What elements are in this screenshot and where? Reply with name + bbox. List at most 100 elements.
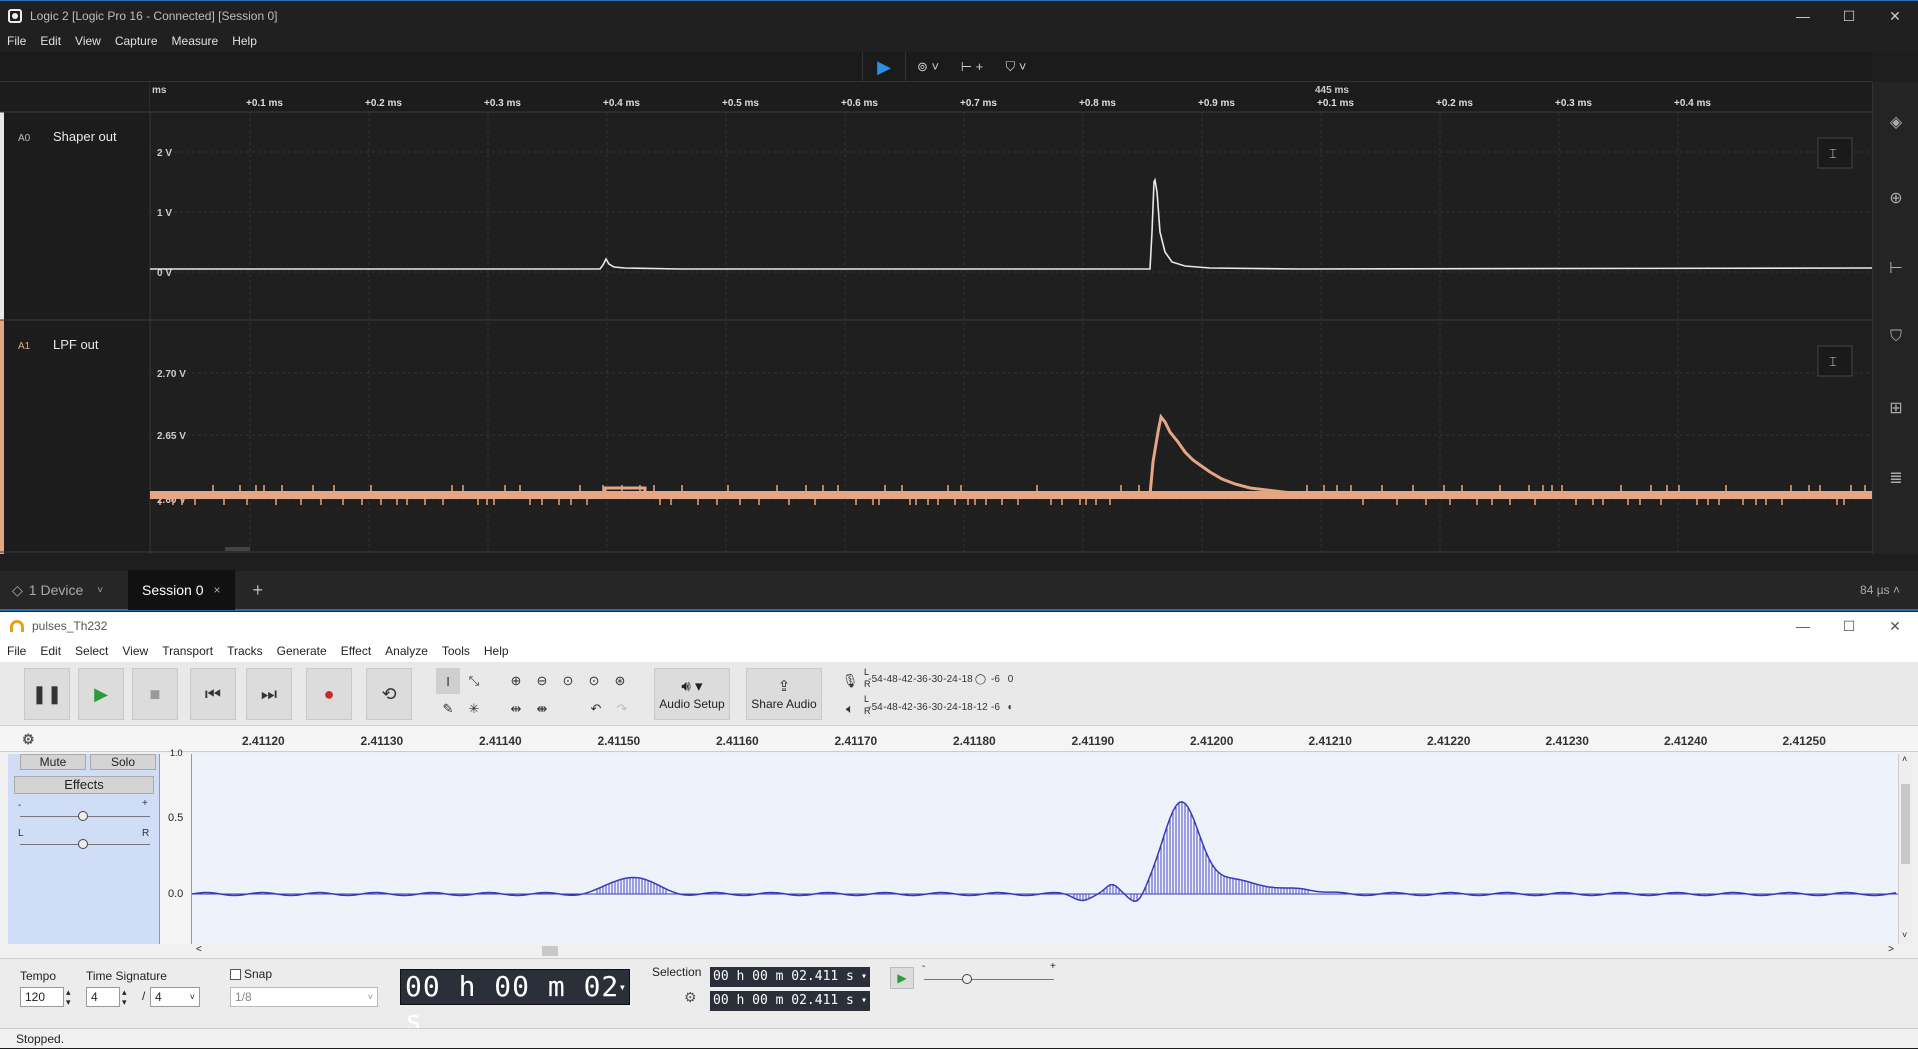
selection-start[interactable]: 00 h 00 m 02.411 s ▾ [710, 967, 870, 987]
trigger-settings-icon[interactable]: ⊚ ˅ [906, 52, 950, 82]
timesig-denominator-select[interactable]: 4 ˅ [150, 987, 200, 1007]
zoom-toggle-icon[interactable]: ⊛ [608, 668, 632, 694]
tempo-spinner-icon[interactable]: ▴ ▾ [66, 987, 71, 1007]
channel-a0-name[interactable]: Shaper out [53, 129, 117, 144]
selection-end[interactable]: 00 h 00 m 02.411 s ▾ [710, 991, 870, 1011]
share-audio-button[interactable]: ⇪ Share Audio [746, 668, 822, 720]
zoom-out-icon[interactable]: ⊖ [530, 668, 554, 694]
timeline-settings-gear-icon[interactable]: ⚙ [22, 731, 35, 748]
rec-level-knob-icon[interactable]: ◯ [973, 674, 988, 685]
selection-tool-icon[interactable]: I [436, 668, 460, 694]
maximize-icon[interactable]: ☐ [1826, 1, 1872, 31]
close-icon[interactable]: ✕ [1872, 1, 1918, 31]
fit-project-icon[interactable]: ⊙ [582, 668, 606, 694]
start-capture-play-icon[interactable]: ▶ [862, 52, 906, 82]
gain-slider-knob[interactable] [78, 811, 88, 821]
zoom-in-icon[interactable]: ⊕ [504, 668, 528, 694]
play-at-speed-button[interactable]: ▶ [890, 967, 914, 989]
menu-help[interactable]: Help [477, 644, 516, 658]
playback-meter[interactable]: -54 -48 -42 -36 -30 -24 -18 -12 -6 ◐ [868, 702, 1018, 713]
timeline-ruler[interactable]: ⚙ 2.41120 2.41130 2.41140 2.41150 2.41160 2.4… [0, 726, 1918, 752]
menu-help[interactable]: Help [225, 34, 264, 48]
playback-speaker-icon[interactable]: 🔈︎ [838, 696, 862, 722]
svg-text:⌶: ⌶ [1829, 147, 1837, 162]
trim-icon[interactable]: ⇹ [504, 696, 528, 722]
tab-session-0[interactable]: Session 0 × [128, 570, 235, 610]
silence-icon[interactable]: ⇼ [530, 696, 554, 722]
channel-a1-name[interactable]: LPF out [53, 337, 99, 352]
snap-checkbox[interactable] [230, 969, 241, 980]
menu-transport[interactable]: Transport [155, 644, 220, 658]
close-session-icon[interactable]: × [213, 583, 220, 597]
audacity-headphones-icon [10, 620, 24, 632]
speed-slider-knob[interactable] [962, 974, 972, 984]
menu-select[interactable]: Select [68, 644, 115, 658]
redo-icon[interactable]: ↷ [610, 696, 634, 722]
effects-button[interactable]: Effects [14, 776, 154, 794]
add-marker-icon[interactable]: ⛉ ˅ [994, 52, 1038, 82]
pause-button[interactable]: ❚❚ [24, 668, 70, 720]
skip-start-button[interactable]: ⏮ [190, 668, 236, 720]
chevron-down-icon: ˅ [97, 584, 104, 596]
pan-slider-knob[interactable] [78, 839, 88, 849]
menu-edit[interactable]: Edit [33, 34, 68, 48]
menu-edit[interactable]: Edit [33, 644, 68, 658]
envelope-tool-icon[interactable]: ⤡ [462, 668, 486, 694]
menu-view[interactable]: View [68, 34, 108, 48]
solo-button[interactable]: Solo [90, 754, 156, 770]
logic-waveform-area[interactable]: ms 445 ms +0.1 ms +0.2 ms +0.3 ms +0.4 ms +0… [0, 82, 1872, 554]
ruler-tick-label: +0.2 ms [365, 98, 402, 109]
skip-end-button[interactable]: ⏭ [246, 668, 292, 720]
draw-tool-icon[interactable]: ✎ [436, 696, 460, 722]
time-display[interactable]: 00 h 00 m 02 s ▾ [400, 969, 630, 1037]
horizontal-scrollbar[interactable]: < > [192, 944, 1898, 958]
analyzers-icon[interactable]: ⊕ [1885, 188, 1907, 210]
record-button[interactable]: ● [306, 668, 352, 720]
multi-tool-icon[interactable]: ✳ [462, 696, 486, 722]
device-layers-icon[interactable]: ◈ [1885, 112, 1907, 134]
menu-file[interactable]: File [0, 34, 33, 48]
minimize-icon[interactable]: — [1780, 1, 1826, 31]
device-selector[interactable]: ◇ 1 Device ˅ [0, 570, 128, 610]
menu-tracks[interactable]: Tracks [220, 644, 270, 658]
microphone-icon[interactable]: 🎙︎ [838, 668, 862, 694]
maximize-icon[interactable]: ☐ [1826, 612, 1872, 640]
play-level-knob-icon[interactable]: ◐ [1003, 702, 1018, 713]
loop-button[interactable]: ⟲ [366, 668, 412, 720]
logic-toolbar: ▶ ⊚ ˅ ⊢ + ⛉ ˅ [0, 52, 1872, 82]
menu-file[interactable]: File [0, 644, 33, 658]
menu-generate[interactable]: Generate [270, 644, 334, 658]
add-measurement-icon[interactable]: ⊢ + [950, 52, 994, 82]
fit-selection-icon[interactable]: ⊙ [556, 668, 580, 694]
play-button[interactable]: ▶ [78, 668, 124, 720]
record-meter[interactable]: -54 -48 -42 -36 -30 -24 -18 ◯ -6 0 [868, 674, 1018, 685]
menu-measure[interactable]: Measure [165, 34, 226, 48]
menu-analyze[interactable]: Analyze [378, 644, 435, 658]
vertical-scrollbar[interactable]: ˄ ˅ [1898, 754, 1912, 944]
mute-button[interactable]: Mute [20, 754, 86, 770]
tempo-input[interactable]: 120 [20, 987, 64, 1007]
minimize-icon[interactable]: — [1780, 612, 1826, 640]
audio-setup-button[interactable]: 🔊︎ ▾ Audio Setup [654, 668, 730, 720]
hscroll-thumb[interactable] [542, 946, 558, 956]
timesig-numerator-input[interactable]: 4 [86, 987, 120, 1007]
stop-button[interactable]: ■ [132, 668, 178, 720]
timesig-spinner-icon[interactable]: ▴ ▾ [122, 987, 127, 1007]
snap-label: Snap [244, 967, 273, 981]
close-icon[interactable]: ✕ [1872, 612, 1918, 640]
extensions-icon[interactable]: ⊞ [1885, 398, 1907, 420]
timing-markers-icon[interactable]: ⊢ [1885, 258, 1907, 280]
notes-icon[interactable]: ≣ [1885, 468, 1907, 490]
undo-icon[interactable]: ↶ [584, 696, 608, 722]
menu-view[interactable]: View [115, 644, 155, 658]
menu-capture[interactable]: Capture [108, 34, 165, 48]
marker-pin-icon[interactable]: ⛉ [1885, 328, 1907, 350]
snap-select[interactable]: 1/8 ˅ [230, 987, 378, 1007]
menu-effect[interactable]: Effect [334, 644, 378, 658]
selection-settings-gear-icon[interactable]: ⚙ [684, 989, 697, 1006]
add-session-icon[interactable]: + [253, 580, 264, 601]
menu-tools[interactable]: Tools [435, 644, 477, 658]
logic-hscroll-thumb[interactable] [225, 547, 250, 551]
audio-waveform[interactable] [191, 754, 1898, 944]
vscroll-thumb[interactable] [1901, 784, 1910, 864]
